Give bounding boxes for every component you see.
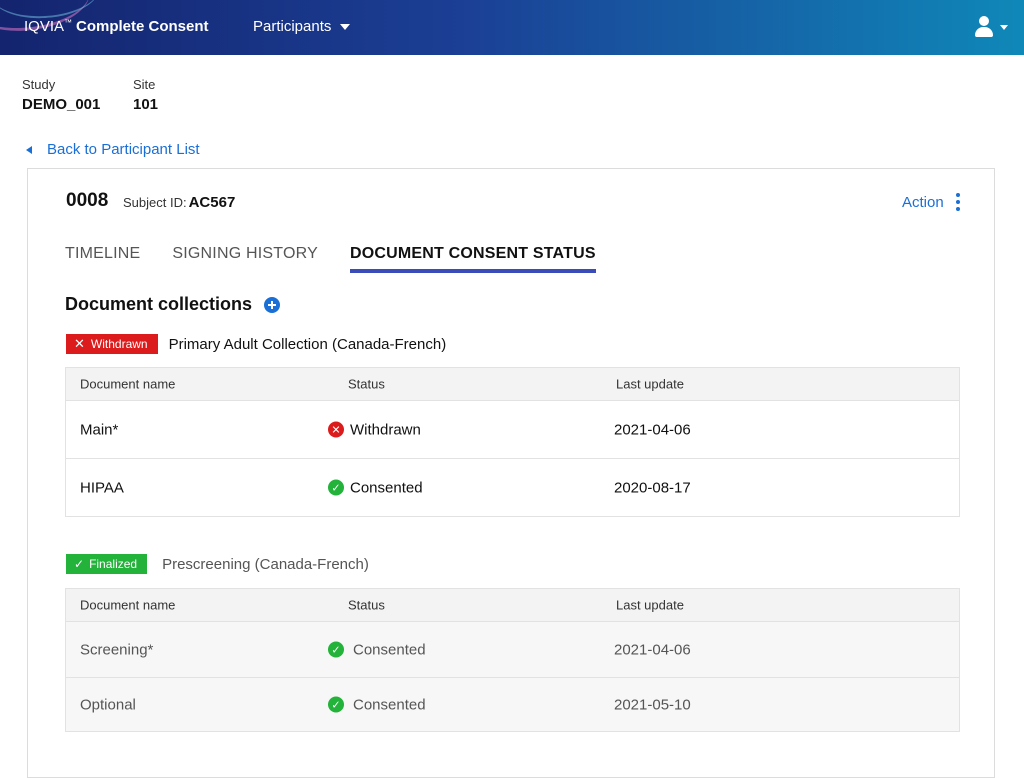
study-info: Study DEMO_001 xyxy=(22,77,100,113)
table-row[interactable]: Screening* ✓ Consented 2021-04-06 xyxy=(66,622,959,678)
column-header-last-update: Last update xyxy=(616,597,684,613)
caret-left-icon xyxy=(26,145,32,154)
check-circle-icon: ✓ xyxy=(328,641,344,658)
subject-id-label: Subject ID: xyxy=(123,195,187,210)
site-label: Site xyxy=(133,77,156,92)
table-row[interactable]: HIPAA ✓ Consented 2020-08-17 xyxy=(66,459,959,516)
table-header: Document name Status Last update xyxy=(66,589,959,622)
kebab-menu-icon xyxy=(955,193,960,211)
caret-down-icon xyxy=(340,23,351,30)
status-badge-label: Finalized xyxy=(89,557,138,571)
back-link-label: Back to Participant List xyxy=(47,141,200,158)
document-table: Document name Status Last update Screeni… xyxy=(65,588,960,732)
section-title: Document collections xyxy=(65,294,281,315)
table-header: Document name Status Last update xyxy=(66,368,959,401)
participant-card: 0008 Subject ID: AC567 Action TIMELINE SI… xyxy=(27,168,995,778)
document-status: ✓ Consented xyxy=(328,696,426,713)
document-last-update: 2021-04-06 xyxy=(614,421,691,438)
subject-id-value: AC567 xyxy=(188,194,236,211)
close-icon: ✕ xyxy=(74,336,85,351)
site-value: 101 xyxy=(133,96,159,113)
document-last-update: 2021-04-06 xyxy=(614,641,691,658)
document-status-label: Consented xyxy=(353,641,426,658)
product-name: Complete Consent xyxy=(76,18,209,35)
table-row[interactable]: Optional ✓ Consented 2021-05-10 xyxy=(66,678,959,731)
document-last-update: 2020-08-17 xyxy=(614,479,691,496)
collection-header: ✕ Withdrawn Primary Adult Collection (Ca… xyxy=(66,334,446,354)
study-label: Study xyxy=(22,77,56,92)
add-collection-icon[interactable] xyxy=(264,296,281,313)
document-status: ✕ Withdrawn xyxy=(328,421,421,438)
collection-header: ✓ Finalized Prescreening (Canada-French) xyxy=(66,554,369,574)
action-menu-button[interactable]: Action xyxy=(902,193,960,211)
document-name: Screening* xyxy=(80,641,154,658)
action-label: Action xyxy=(902,193,944,211)
study-value: DEMO_001 xyxy=(22,96,101,113)
app-logo[interactable]: IQVIA™ Complete Consent xyxy=(24,18,209,35)
trademark-mark: ™ xyxy=(64,18,73,27)
column-header-status: Status xyxy=(348,376,385,392)
site-info: Site 101 xyxy=(133,77,158,113)
participants-menu-label: Participants xyxy=(253,18,332,35)
collection-name: Primary Adult Collection (Canada-French) xyxy=(168,335,447,353)
caret-down-icon xyxy=(1000,24,1008,30)
document-name: HIPAA xyxy=(80,479,124,496)
user-menu[interactable] xyxy=(974,16,1008,38)
check-circle-icon: ✓ xyxy=(328,479,344,496)
user-icon xyxy=(974,16,994,38)
x-circle-icon: ✕ xyxy=(328,421,344,438)
status-badge-label: Withdrawn xyxy=(90,337,148,351)
document-status-label: Consented xyxy=(353,696,426,713)
back-to-participant-list-link[interactable]: Back to Participant List xyxy=(26,141,200,158)
check-icon: ✓ xyxy=(74,557,85,571)
collection-name: Prescreening (Canada-French) xyxy=(162,555,369,573)
participant-id: 0008 xyxy=(66,190,109,211)
status-badge: ✕ Withdrawn xyxy=(66,334,158,354)
document-status: ✓ Consented xyxy=(328,479,423,496)
tab-signing-history[interactable]: SIGNING HISTORY xyxy=(172,245,318,273)
column-header-document-name: Document name xyxy=(80,597,176,613)
document-last-update: 2021-05-10 xyxy=(614,696,691,713)
document-status: ✓ Consented xyxy=(328,641,426,658)
table-row[interactable]: Main* ✕ Withdrawn 2021-04-06 xyxy=(66,401,959,459)
column-header-document-name: Document name xyxy=(80,376,176,392)
check-circle-icon: ✓ xyxy=(328,696,344,713)
column-header-last-update: Last update xyxy=(616,376,684,392)
document-status-label: Withdrawn xyxy=(350,421,421,438)
document-name: Optional xyxy=(80,696,136,713)
participants-menu[interactable]: Participants xyxy=(253,18,351,35)
document-name: Main* xyxy=(80,421,119,438)
document-status-label: Consented xyxy=(350,479,423,496)
tab-timeline[interactable]: TIMELINE xyxy=(65,245,140,273)
document-table: Document name Status Last update Main* ✕… xyxy=(65,367,960,517)
app-header: IQVIA™ Complete Consent Participants xyxy=(0,0,1024,55)
brand-name: IQVIA xyxy=(24,18,65,35)
subject-id: Subject ID: AC567 xyxy=(123,194,235,211)
status-badge: ✓ Finalized xyxy=(66,554,148,574)
participant-tabs: TIMELINE SIGNING HISTORY DOCUMENT CONSEN… xyxy=(65,245,628,273)
tab-document-consent-status[interactable]: DOCUMENT CONSENT STATUS xyxy=(349,245,596,273)
column-header-status: Status xyxy=(348,597,385,613)
section-title-label: Document collections xyxy=(65,294,253,314)
